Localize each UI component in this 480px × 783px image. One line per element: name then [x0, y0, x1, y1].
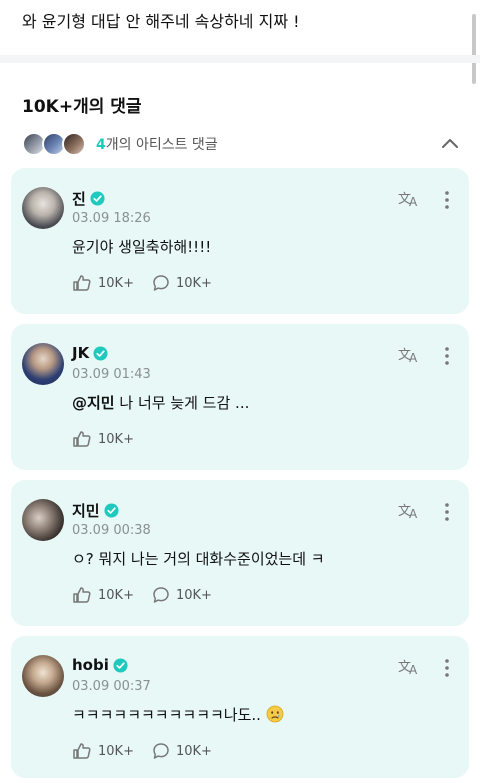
comment-text: ㅋㅋㅋㅋㅋㅋㅋㅋㅋㅋㅋ나도.. [72, 704, 284, 725]
like-button[interactable]: 10K+ [72, 742, 134, 760]
comment-actions: 10K+ 10K+ [72, 274, 230, 292]
comment-actions: 10K+ 10K+ [72, 742, 230, 760]
reply-button[interactable]: 10K+ [152, 274, 212, 292]
verified-badge-icon [104, 503, 119, 518]
mention-link[interactable]: @지민 [72, 394, 115, 412]
comments-title: 10K+개의 댓글 [22, 97, 142, 117]
like-count: 10K+ [98, 275, 134, 291]
artist-comment-count: 4개의 아티스트 댓글 [96, 134, 218, 154]
commenter-name[interactable]: 지민 [72, 500, 100, 521]
reply-count: 10K+ [175, 587, 212, 603]
svg-text:A: A [409, 663, 418, 677]
reply-button[interactable]: 10K+ [152, 586, 212, 604]
verified-badge-icon [93, 345, 108, 361]
svg-text:A: A [409, 351, 418, 365]
translate-icon[interactable]: 文A [398, 657, 422, 677]
more-vertical-icon[interactable] [437, 658, 457, 678]
scrollbar[interactable] [472, 14, 476, 84]
avatar[interactable] [22, 655, 64, 697]
comment-card: hobi 03.09 00:37 文A ㅋㅋㅋㅋㅋㅋㅋㅋㅋㅋㅋ나도.. 10K+… [11, 636, 469, 778]
like-count: 10K+ [98, 587, 134, 603]
verified-badge-icon [113, 657, 128, 673]
more-vertical-icon[interactable] [437, 346, 457, 366]
translate-icon[interactable]: 文A [398, 189, 422, 209]
like-icon [73, 431, 91, 447]
commenter-name[interactable]: JK [72, 344, 89, 362]
avatar[interactable] [22, 187, 64, 229]
avatar [62, 132, 86, 156]
like-icon [73, 587, 91, 603]
translate-icon[interactable]: 文A [398, 345, 422, 365]
like-button[interactable]: 10K+ [72, 586, 134, 604]
reply-bubble-icon [153, 587, 169, 603]
comment-text: ㅇ? 뭐지 나는 거의 대화수준이었는데 ㅋ [72, 550, 325, 568]
artist-count-label: 개의 아티스트 댓글 [105, 137, 218, 153]
comment-body: 나 너무 늦게 드감 ... [114, 394, 250, 412]
commenter-row: 진 [72, 188, 105, 209]
like-icon [73, 743, 91, 759]
artist-comments-toggle[interactable]: 4개의 아티스트 댓글 [22, 130, 462, 158]
comment-time: 03.09 01:43 [72, 367, 151, 382]
avatar[interactable] [22, 343, 64, 385]
comment-actions: 10K+ 10K+ [72, 586, 230, 604]
comment-card: 진 03.09 18:26 文A 윤기야 생일축하해!!!! 10K+ 10K+ [11, 168, 469, 314]
verified-badge-icon [90, 191, 105, 206]
section-divider [0, 55, 480, 63]
svg-text:A: A [409, 507, 418, 521]
reply-count: 10K+ [175, 743, 212, 759]
reply-bubble-icon [153, 275, 169, 291]
svg-text:A: A [409, 195, 418, 209]
like-count: 10K+ [98, 431, 134, 447]
commenter-row: JK [72, 344, 108, 362]
comment-text: @지민 나 너무 늦게 드감 ... [72, 392, 249, 413]
more-vertical-icon[interactable] [437, 502, 457, 522]
comment-time: 03.09 18:26 [72, 211, 151, 226]
commenter-name[interactable]: 진 [72, 188, 86, 209]
more-vertical-icon[interactable] [437, 190, 457, 210]
artist-count-number: 4 [96, 137, 106, 153]
reply-button[interactable]: 10K+ [152, 742, 212, 760]
like-button[interactable]: 10K+ [72, 430, 134, 448]
post-text: 와 윤기형 대답 안 해주네 속상하네 지짜 ! [22, 12, 300, 31]
reply-count: 10K+ [175, 275, 212, 291]
avatar[interactable] [22, 499, 64, 541]
comment-actions: 10K+ [72, 430, 152, 448]
commenter-row: 지민 [72, 500, 119, 521]
commenter-row: hobi [72, 656, 128, 674]
comment-text: 윤기야 생일축하해!!!! [72, 238, 212, 256]
comment-time: 03.09 00:38 [72, 523, 151, 538]
comment-card: JK 03.09 01:43 文A @지민 나 너무 늦게 드감 ... 10K… [11, 324, 469, 470]
like-icon [73, 275, 91, 291]
crying-face-emoji-icon [266, 705, 284, 723]
artist-avatar-stack [22, 131, 90, 157]
comment-card: 지민 03.09 00:38 文A ㅇ? 뭐지 나는 거의 대화수준이었는데 ㅋ… [11, 480, 469, 626]
translate-icon[interactable]: 文A [398, 501, 422, 521]
commenter-name[interactable]: hobi [72, 656, 109, 674]
chevron-up-icon[interactable] [440, 134, 460, 154]
comment-body: ㅋㅋㅋㅋㅋㅋㅋㅋㅋㅋㅋ나도.. [72, 706, 261, 724]
reply-bubble-icon [153, 743, 169, 759]
comment-time: 03.09 00:37 [72, 679, 151, 694]
like-count: 10K+ [98, 743, 134, 759]
like-button[interactable]: 10K+ [72, 274, 134, 292]
